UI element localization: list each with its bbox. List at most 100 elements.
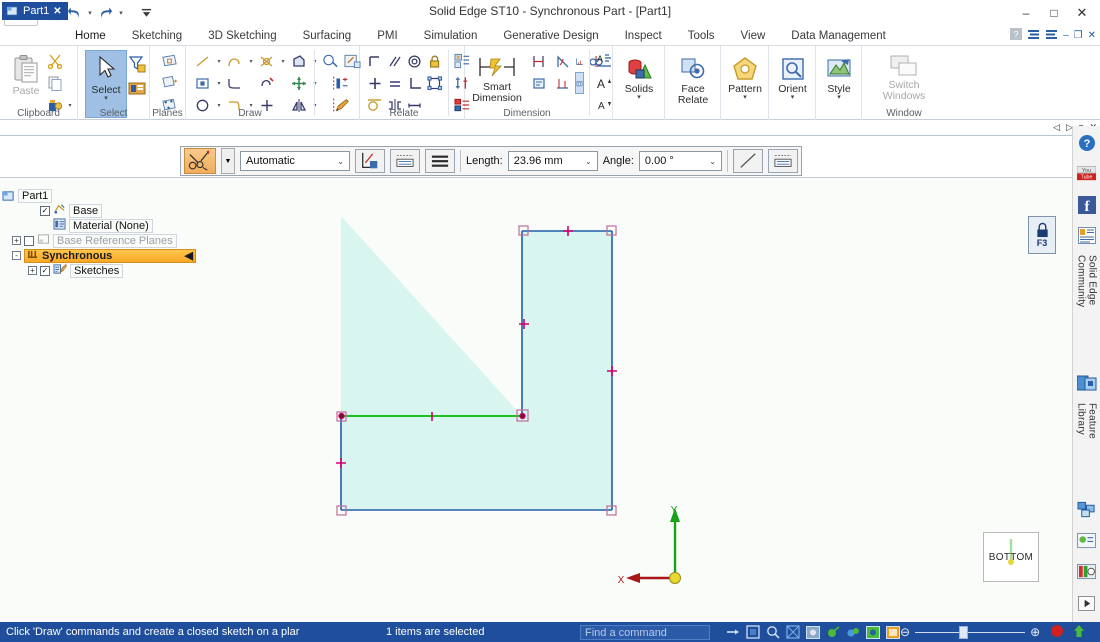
cut-button[interactable]	[44, 50, 66, 72]
rectangle-caret-icon[interactable]: ▾	[214, 72, 224, 94]
ribbon-tab-pmi[interactable]: PMI	[364, 26, 410, 46]
project-curve-button[interactable]	[319, 72, 363, 94]
endpoint-start[interactable]	[339, 413, 344, 418]
news-feed-icon[interactable]	[1076, 225, 1098, 247]
ribbon-tab-data-management[interactable]: Data Management	[778, 26, 899, 46]
ribbon-tab-tools[interactable]: Tools	[675, 26, 728, 46]
find-command-input[interactable]: Find a command	[580, 625, 710, 640]
distance-between-button[interactable]	[527, 50, 551, 72]
pattern-button[interactable]: Pattern ▾	[724, 54, 766, 101]
coordinate-dimension-button[interactable]	[575, 50, 584, 72]
mode-select[interactable]: Automatic ⌄	[240, 151, 350, 171]
length-input[interactable]: 23.96 mm ⌄	[508, 151, 598, 171]
tangent-arc-caret-icon[interactable]: ▾	[278, 50, 288, 72]
angle-between-button[interactable]	[551, 50, 575, 72]
tangent-arc-button[interactable]	[256, 50, 278, 72]
tree-checkbox[interactable]: ✓	[40, 206, 50, 216]
ribbon-tab-inspect[interactable]: Inspect	[612, 26, 675, 46]
select-tools-button[interactable]	[125, 52, 149, 76]
switch-windows-button[interactable]: Switch Windows	[868, 52, 940, 102]
zoom-area-icon[interactable]	[746, 625, 760, 639]
select-display-button[interactable]	[125, 76, 149, 100]
minimize-button[interactable]: –	[1012, 2, 1040, 23]
line-caret-icon[interactable]: ▾	[214, 50, 224, 72]
text-size-down-button[interactable]: A	[593, 94, 615, 116]
upload-icon[interactable]	[1072, 624, 1086, 641]
orient-caret-icon[interactable]: ▾	[791, 95, 795, 101]
ribbon-tab-simulation[interactable]: Simulation	[411, 26, 491, 46]
parallel-plane-button[interactable]	[157, 72, 181, 94]
connect-button[interactable]	[365, 50, 385, 72]
close-button[interactable]: ✕	[1068, 2, 1096, 23]
line-button[interactable]	[192, 50, 214, 72]
endpoint-end[interactable]	[520, 413, 525, 418]
edit-sketch-button[interactable]	[319, 94, 363, 116]
horizontal-vertical-button[interactable]	[365, 72, 385, 94]
tree-node-base-reference-planes[interactable]: +Base Reference Planes	[0, 233, 200, 248]
expand-ribbon-icon[interactable]	[1045, 29, 1058, 43]
tree-expander-icon[interactable]: -	[12, 251, 21, 260]
tree-node-sketches[interactable]: +✓Sketches	[0, 263, 200, 278]
solids-button[interactable]: Solids ▾	[617, 54, 661, 101]
zoom-out-icon[interactable]: ⊖	[900, 625, 910, 639]
collapse-arrow-icon[interactable]: ◀	[185, 249, 193, 262]
arc-caret-icon[interactable]: ▾	[246, 50, 256, 72]
fit-icon[interactable]	[786, 625, 800, 639]
concentric-button[interactable]	[405, 50, 425, 72]
style-caret-icon[interactable]: ▾	[837, 95, 841, 101]
equal-button[interactable]	[385, 72, 405, 94]
line-style-button[interactable]	[425, 149, 455, 173]
collapse-ribbon-icon[interactable]	[1027, 29, 1040, 43]
ribbon-tab-3d-sketching[interactable]: 3D Sketching	[195, 26, 289, 46]
trim-button[interactable]	[256, 72, 278, 94]
tree-node-material-none-[interactable]: Material (None)	[0, 218, 200, 233]
ribbon-tab-surfacing[interactable]: Surfacing	[290, 26, 365, 46]
play-icon[interactable]	[1076, 592, 1098, 614]
fill-region-button[interactable]	[288, 50, 310, 72]
dimension-display-button[interactable]	[390, 149, 420, 173]
maximize-button[interactable]: □	[1040, 2, 1068, 23]
synchronous-row[interactable]: Synchronous◀	[24, 249, 196, 263]
smart-dimension-button[interactable]: Smart Dimension	[469, 52, 525, 104]
layers-icon[interactable]	[1076, 561, 1098, 583]
copy-button[interactable]	[44, 72, 66, 94]
lock-button[interactable]	[425, 50, 445, 72]
rigid-set-button[interactable]	[425, 72, 445, 94]
zoom-in-icon[interactable]: ⊕	[1030, 625, 1040, 639]
rectangle-button[interactable]	[192, 72, 214, 94]
paint-region-button[interactable]	[319, 50, 341, 72]
dimension-prefix-button[interactable]	[527, 72, 551, 94]
tree-checkbox[interactable]: ✓	[40, 266, 50, 276]
zoom-track[interactable]	[915, 632, 1025, 633]
render-icon[interactable]	[886, 625, 900, 639]
tree-node-base[interactable]: ✓Base	[0, 203, 200, 218]
document-tab-close-icon[interactable]: ✕	[53, 6, 61, 17]
tree-expander-icon[interactable]: +	[12, 236, 21, 245]
tree-node-synchronous[interactable]: -Synchronous◀	[0, 248, 200, 263]
facebook-icon[interactable]: f	[1076, 194, 1098, 216]
feature-library-label[interactable]: Feature Library	[1076, 403, 1098, 473]
minimize-doc-icon[interactable]: –	[1063, 30, 1069, 41]
ribbon-tab-home[interactable]: Home	[62, 26, 119, 46]
fillet-button[interactable]	[224, 72, 246, 94]
prev-icon[interactable]: ◁	[1053, 122, 1060, 133]
variables-button[interactable]	[575, 72, 584, 94]
dimension-style-button[interactable]: A	[593, 50, 615, 72]
arc-button[interactable]	[224, 50, 246, 72]
tree-root-part1[interactable]: Part1	[0, 188, 200, 203]
close-doc-icon[interactable]: ✕	[1088, 30, 1096, 41]
record-icon[interactable]	[1050, 624, 1064, 641]
rotate-icon[interactable]	[806, 625, 820, 639]
ribbon-tab-sketching[interactable]: Sketching	[119, 26, 196, 46]
ribbon-tab-generative-design[interactable]: Generative Design	[490, 26, 611, 46]
line-segment-button[interactable]	[733, 149, 763, 173]
coincident-plane-button[interactable]	[157, 50, 181, 72]
solids-caret-icon[interactable]: ▾	[637, 95, 641, 101]
help-icon[interactable]: ?	[1076, 132, 1098, 154]
dimension-toggle-button[interactable]	[768, 149, 798, 173]
dimension-axis-button[interactable]	[551, 72, 575, 94]
perpendicular-button[interactable]	[405, 72, 425, 94]
help-icon[interactable]: ?	[1010, 28, 1022, 43]
line-tool-dropdown[interactable]: ▼	[221, 148, 235, 174]
restore-doc-icon[interactable]: ❐	[1074, 30, 1083, 41]
